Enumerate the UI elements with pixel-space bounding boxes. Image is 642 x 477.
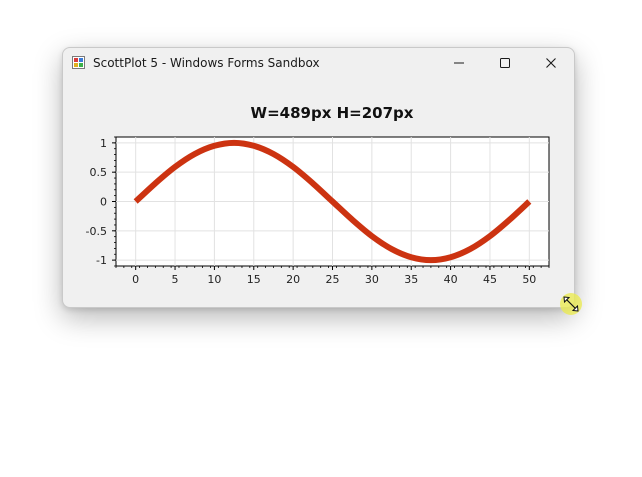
plot-area[interactable]: W=489px H=207px 0 5 10 15 20 25 30 35 40 45 50 1 0.5…: [63, 78, 574, 307]
x-tick-label: 10: [207, 273, 221, 286]
x-tick-label: 20: [286, 273, 300, 286]
app-window: ScottPlot 5 - Windows Forms Sandbox W=48…: [62, 47, 575, 308]
x-tick-label: 35: [404, 273, 418, 286]
x-tick-label: 50: [522, 273, 536, 286]
minimize-button[interactable]: [436, 48, 482, 78]
scottplot-app-icon: [72, 56, 85, 69]
window-title: ScottPlot 5 - Windows Forms Sandbox: [93, 56, 320, 70]
resize-diagonal-icon: [563, 296, 579, 312]
chart-title: W=489px H=207px: [251, 104, 414, 122]
y-tick-label: -1: [96, 254, 107, 267]
y-tick-label: 1: [100, 137, 107, 150]
title-bar[interactable]: ScottPlot 5 - Windows Forms Sandbox: [63, 48, 574, 78]
y-tick-label: 0: [100, 196, 107, 209]
y-tick-label: 0.5: [90, 166, 108, 179]
maximize-icon: [500, 58, 510, 68]
x-tick-label: 5: [172, 273, 179, 286]
resize-cursor: [560, 293, 582, 315]
y-tick-label: -0.5: [86, 225, 107, 238]
x-tick-label: 25: [326, 273, 340, 286]
close-button[interactable]: [528, 48, 574, 78]
x-tick-label: 40: [444, 273, 458, 286]
close-icon: [546, 58, 556, 68]
x-tick-label: 30: [365, 273, 379, 286]
x-tick-label: 0: [132, 273, 139, 286]
x-tick-label: 45: [483, 273, 497, 286]
x-tick-label: 15: [247, 273, 261, 286]
minimize-icon: [454, 62, 464, 64]
maximize-button[interactable]: [482, 48, 528, 78]
